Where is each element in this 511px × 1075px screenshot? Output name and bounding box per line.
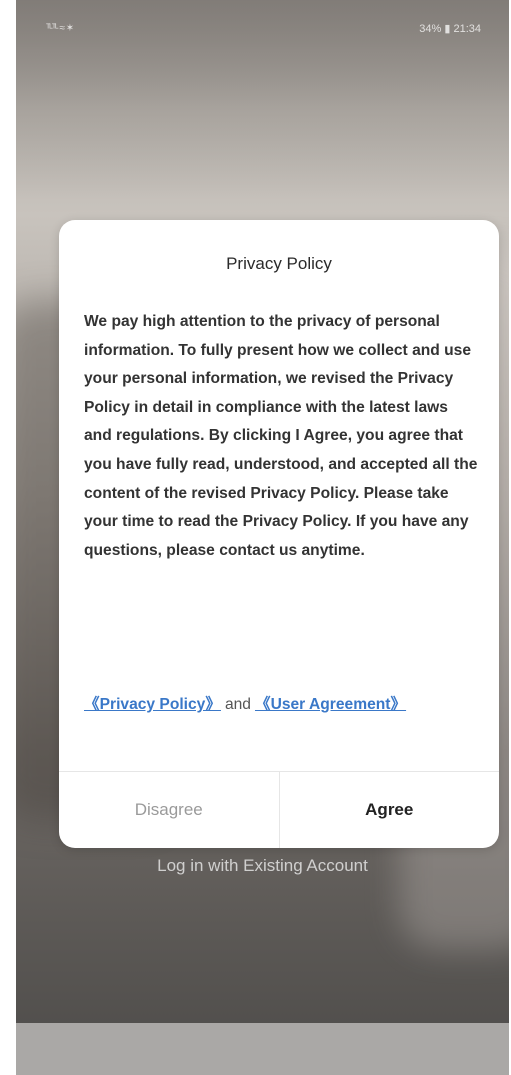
status-bar: ᵀᴸᵀᴸ ≈ ✶ 34% ▮ 21:34 — [16, 0, 509, 56]
status-right: 34% ▮ 21:34 — [419, 22, 481, 35]
signal-icon: ᵀᴸᵀᴸ ≈ ✶ — [46, 22, 74, 34]
login-existing-account-link[interactable]: Log in with Existing Account — [16, 856, 509, 876]
dialog-title: Privacy Policy — [226, 254, 332, 273]
dialog-button-row: Disagree Agree — [59, 772, 499, 848]
privacy-policy-dialog: Privacy Policy We pay high attention to … — [59, 220, 499, 848]
privacy-policy-link[interactable]: 《Privacy Policy》 — [84, 696, 221, 713]
bottom-navigation-bar — [16, 1023, 509, 1075]
and-text: and — [224, 696, 251, 713]
dialog-body-text: We pay high attention to the privacy of … — [84, 313, 478, 559]
phone-screen: ᵀᴸᵀᴸ ≈ ✶ 34% ▮ 21:34 Log in with Existin… — [16, 0, 509, 1075]
battery-time-text: 34% ▮ 21:34 — [419, 22, 481, 35]
dialog-links: 《Privacy Policy》 and 《User Agreement》 — [84, 693, 479, 717]
agree-button[interactable]: Agree — [280, 772, 500, 848]
status-left: ᵀᴸᵀᴸ ≈ ✶ — [46, 22, 74, 34]
disagree-button[interactable]: Disagree — [59, 772, 280, 848]
user-agreement-link[interactable]: 《User Agreement》 — [255, 696, 406, 713]
